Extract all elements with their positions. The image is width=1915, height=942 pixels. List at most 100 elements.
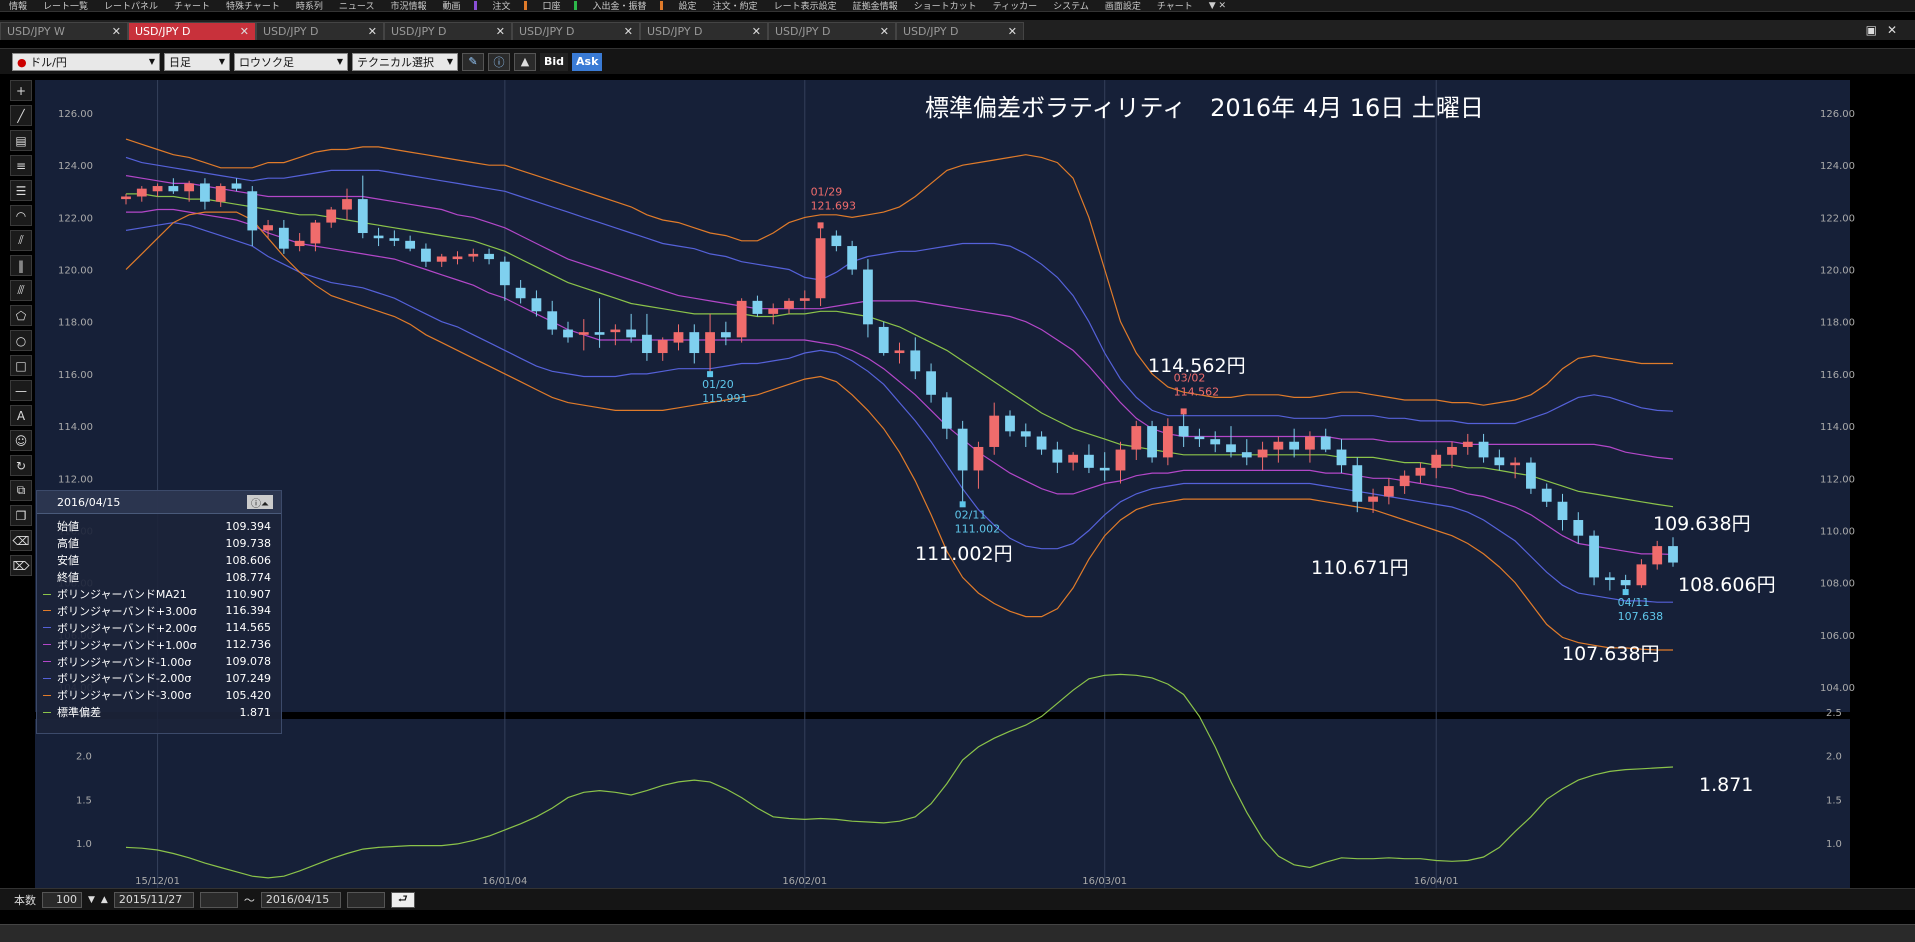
count-input[interactable]: 100 [42, 891, 82, 908]
price-tick-label-right: 114.00 [1820, 422, 1855, 433]
candle-body [673, 332, 684, 343]
info-row-label: 終値 [57, 571, 79, 585]
series-swatch [43, 644, 51, 646]
date-to-input[interactable]: 2016/04/15 [260, 891, 341, 908]
candle-body [831, 235, 842, 247]
series-swatch [43, 678, 51, 680]
info-row: ボリンジャーバンド-3.00σ 105.420 [37, 687, 281, 704]
info-row-label: ボリンジャーバンド-2.00σ [57, 672, 192, 686]
price-tick-label-left: 112.00 [58, 474, 93, 485]
info-row-value: 108.774 [225, 570, 272, 584]
price-tick-label-left: 114.00 [58, 422, 93, 433]
price-callout-label: 109.638円 [1653, 513, 1751, 535]
candle-body [910, 350, 921, 372]
candle-body [1131, 426, 1142, 450]
candle-body [1620, 580, 1631, 586]
candle-body [263, 225, 273, 231]
price-tick-label-right: 122.00 [1820, 213, 1855, 224]
candle-body [121, 196, 131, 200]
price-callout-label: 111.002円 [915, 543, 1013, 565]
candle-body [847, 246, 858, 270]
candle-body [1147, 426, 1157, 458]
candle [1526, 457, 1536, 494]
info-panel-toggle[interactable]: ⓘ⏶ [247, 495, 273, 510]
extreme-marker [817, 222, 824, 229]
price-tick-label-right: 112.00 [1820, 474, 1855, 485]
candle-body [1257, 449, 1268, 458]
info-row-label: ボリンジャーバンド-1.00σ [57, 655, 192, 669]
info-row-value: 109.394 [225, 519, 272, 533]
x-tick-label: 16/01/04 [482, 876, 527, 887]
candle-body [1383, 486, 1394, 497]
info-row-label: 標準偏差 [57, 706, 101, 720]
stddev-tick-label-right: 2.0 [1826, 752, 1842, 763]
price-tick-label-left: 118.00 [58, 318, 93, 329]
candle-body [1210, 439, 1221, 445]
candle-body [1178, 426, 1189, 437]
candle-body [626, 329, 637, 338]
candle-body [200, 183, 210, 202]
info-row-label: ボリンジャーバンド-3.00σ [57, 689, 192, 703]
candle-body [1305, 436, 1315, 450]
candle-body [1005, 415, 1015, 432]
extreme-value-label: 111.002 [955, 522, 1001, 535]
price-chart[interactable]: 15/12/01 16/01/04 16/02/01 16/03/01 16/04/01… [0, 0, 1915, 941]
date-from-input[interactable]: 2015/11/27 [113, 891, 194, 908]
info-row: 終値 108.774 [37, 569, 281, 586]
time-from-input[interactable] [199, 891, 238, 908]
candle-body [784, 300, 794, 309]
price-tick-label-right: 124.00 [1820, 161, 1855, 172]
candle-body [342, 199, 352, 210]
candle-body [531, 298, 542, 312]
price-tick-label-left: 116.00 [58, 370, 93, 381]
candle-body [373, 235, 384, 239]
stddev-tick-label-left: 1.5 [76, 795, 92, 806]
x-tick-label: 16/02/01 [782, 876, 827, 887]
candle-body [389, 238, 400, 241]
candle-body [1557, 501, 1568, 521]
count-label: 本数 [14, 893, 36, 907]
candle-body [594, 332, 605, 335]
price-tick-label-left: 124.00 [58, 161, 93, 172]
extreme-value-label: 121.693 [811, 199, 857, 212]
info-row: ボリンジャーバンド-2.00σ 107.249 [37, 670, 281, 687]
extreme-marker [707, 371, 714, 378]
candle-body [1478, 441, 1489, 458]
candle-body [1352, 465, 1363, 502]
candle-body [563, 329, 573, 338]
series-swatch [43, 593, 51, 595]
info-row-value: 109.078 [225, 655, 272, 669]
candle-body [1415, 467, 1426, 476]
candle-body [215, 186, 226, 202]
price-callout-label: 114.562円 [1148, 355, 1246, 377]
candle [736, 298, 747, 343]
time-to-input[interactable] [346, 891, 385, 908]
info-row-value: 112.736 [225, 638, 272, 652]
extreme-marker [1622, 589, 1629, 596]
candle-body [326, 209, 337, 223]
candle-body [1604, 577, 1615, 581]
price-tick-label-right: 110.00 [1820, 526, 1855, 537]
candle-body [1068, 454, 1079, 463]
info-row-value: 107.249 [225, 671, 272, 685]
candle-body [1020, 431, 1031, 437]
info-row: 標準偏差 1.871 [37, 704, 281, 721]
count-value: 100 [56, 893, 77, 906]
candle-body [1084, 454, 1094, 468]
series-swatch [43, 661, 51, 663]
candle-body [1320, 436, 1331, 450]
candle-body [1368, 496, 1378, 502]
count-down-icon[interactable]: ▼ [88, 895, 95, 905]
info-row: 始値 109.394 [37, 518, 281, 535]
apply-range-button[interactable]: ⮐ [390, 891, 415, 908]
stddev-tick-label-left: 1.0 [76, 839, 92, 850]
price-callout-label: 107.638円 [1562, 643, 1660, 665]
count-up-icon[interactable]: ▲ [101, 895, 108, 905]
candle [1589, 530, 1599, 586]
info-row-label: 安値 [57, 554, 79, 568]
candle-body [421, 248, 431, 262]
candle-body [642, 334, 652, 354]
candle-body [468, 253, 479, 257]
candle-body [294, 240, 305, 247]
info-panel-date: 2016/04/15 [57, 495, 121, 509]
